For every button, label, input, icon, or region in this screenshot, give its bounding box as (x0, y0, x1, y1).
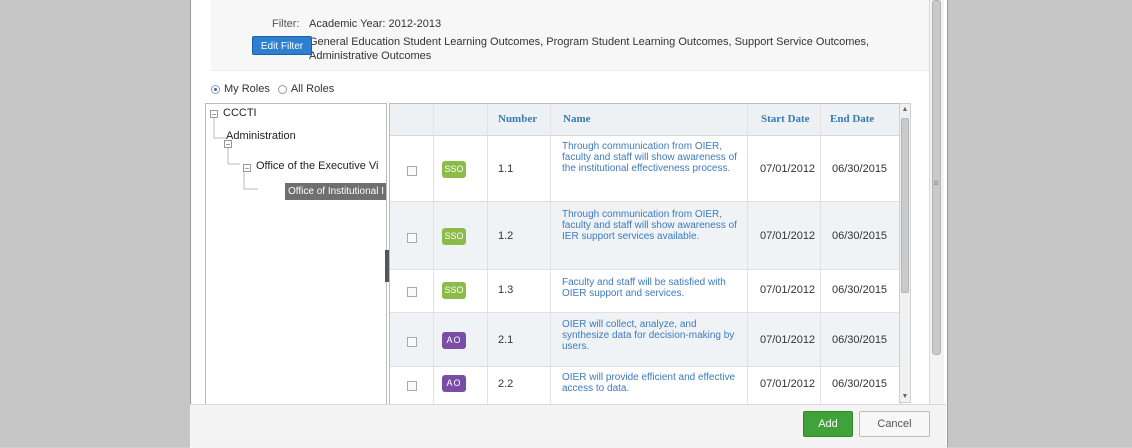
roles-selector: My Roles All Roles (211, 83, 342, 95)
grid-header: Number Name Start Date End Date (390, 104, 900, 136)
table-row[interactable]: SSO 1.3 Faculty and staff will be satisf… (390, 270, 900, 313)
start-date: 07/01/2012 (760, 378, 816, 390)
outcome-name-link[interactable]: Through communication from OIER, faculty… (562, 141, 742, 174)
grid-scroll-thumb[interactable] (901, 118, 909, 293)
end-date: 06/30/2015 (832, 284, 888, 296)
table-row[interactable]: AO 2.2 OIER will provide efficient and e… (390, 367, 900, 404)
my-roles-radio[interactable] (211, 84, 220, 94)
scroll-grip-icon: ≡ (933, 178, 939, 188)
row-checkbox[interactable] (407, 337, 417, 347)
outcome-type-badge: AO (442, 375, 466, 392)
org-tree: − CCCTI − Administration − Office of the… (205, 103, 387, 405)
column-divider (487, 104, 488, 404)
end-date: 06/30/2015 (832, 334, 888, 346)
outcome-name-link[interactable]: OIER will collect, analyze, and synthesi… (562, 319, 742, 352)
scroll-down-icon[interactable]: ▼ (900, 393, 910, 400)
add-button[interactable]: Add (803, 411, 853, 437)
scroll-up-icon[interactable]: ▲ (900, 106, 910, 113)
filter-label: Filter: (272, 18, 300, 30)
filter-outcome-types: General Education Student Learning Outco… (309, 36, 870, 62)
tree-node-executive-office[interactable]: Office of the Executive Vi (256, 160, 379, 172)
column-divider (747, 104, 748, 404)
outcome-name-link[interactable]: OIER will provide efficient and effectiv… (562, 372, 742, 394)
outcome-name-link[interactable]: Through communication from OIER, faculty… (562, 209, 742, 242)
row-checkbox[interactable] (407, 381, 417, 391)
table-row[interactable]: SSO 1.2 Through communication from OIER,… (390, 202, 900, 270)
outcome-type-badge: AO (442, 332, 466, 349)
outcome-number: 2.1 (498, 334, 514, 346)
end-date: 06/30/2015 (832, 230, 888, 242)
column-divider (433, 104, 434, 404)
tree-node-institutional-office[interactable]: Office of Institutional I (285, 183, 386, 200)
start-date: 07/01/2012 (760, 163, 816, 175)
end-date: 06/30/2015 (832, 163, 888, 175)
outcome-number: 1.1 (498, 163, 514, 175)
outcome-type-badge: SSO (442, 161, 466, 178)
grid-scrollbar[interactable]: ▲ ▼ (899, 103, 911, 403)
filter-academic-year: Academic Year: 2012-2013 (309, 18, 442, 30)
outcomes-grid: Number Name Start Date End Date SSO 1.1 … (389, 103, 901, 405)
outcome-name-link[interactable]: Faculty and staff will be satisfied with… (562, 277, 742, 299)
all-roles-radio[interactable] (277, 84, 287, 94)
column-header-name[interactable]: Name (563, 104, 591, 135)
dialog-scrollbar[interactable] (929, 0, 944, 404)
my-roles-label[interactable]: My Roles (224, 83, 270, 95)
outcome-type-badge: SSO (442, 282, 466, 299)
column-divider (550, 104, 551, 404)
tree-node-administration[interactable]: Administration (226, 130, 296, 142)
table-row[interactable]: SSO 1.1 Through communication from OIER,… (390, 135, 900, 202)
row-checkbox[interactable] (407, 166, 417, 176)
outcome-number: 1.3 (498, 284, 514, 296)
row-checkbox[interactable] (407, 287, 417, 297)
background-overlay-right (946, 0, 1132, 447)
collapse-icon[interactable]: − (243, 164, 251, 173)
outcome-number: 1.2 (498, 230, 514, 242)
table-row[interactable]: AO 2.1 OIER will collect, analyze, and s… (390, 313, 900, 367)
cancel-button[interactable]: Cancel (859, 411, 930, 437)
outcome-type-badge: SSO (442, 228, 466, 245)
column-header-number[interactable]: Number (498, 104, 537, 135)
background-overlay-left (0, 0, 190, 447)
column-divider (820, 104, 821, 404)
column-header-start-date[interactable]: Start Date (761, 104, 810, 135)
start-date: 07/01/2012 (760, 284, 816, 296)
edit-filter-button[interactable]: Edit Filter (252, 36, 312, 55)
all-roles-label[interactable]: All Roles (291, 83, 334, 95)
start-date: 07/01/2012 (760, 230, 816, 242)
outcome-number: 2.2 (498, 378, 514, 390)
start-date: 07/01/2012 (760, 334, 816, 346)
end-date: 06/30/2015 (832, 378, 888, 390)
column-header-end-date[interactable]: End Date (830, 104, 874, 135)
row-checkbox[interactable] (407, 233, 417, 243)
